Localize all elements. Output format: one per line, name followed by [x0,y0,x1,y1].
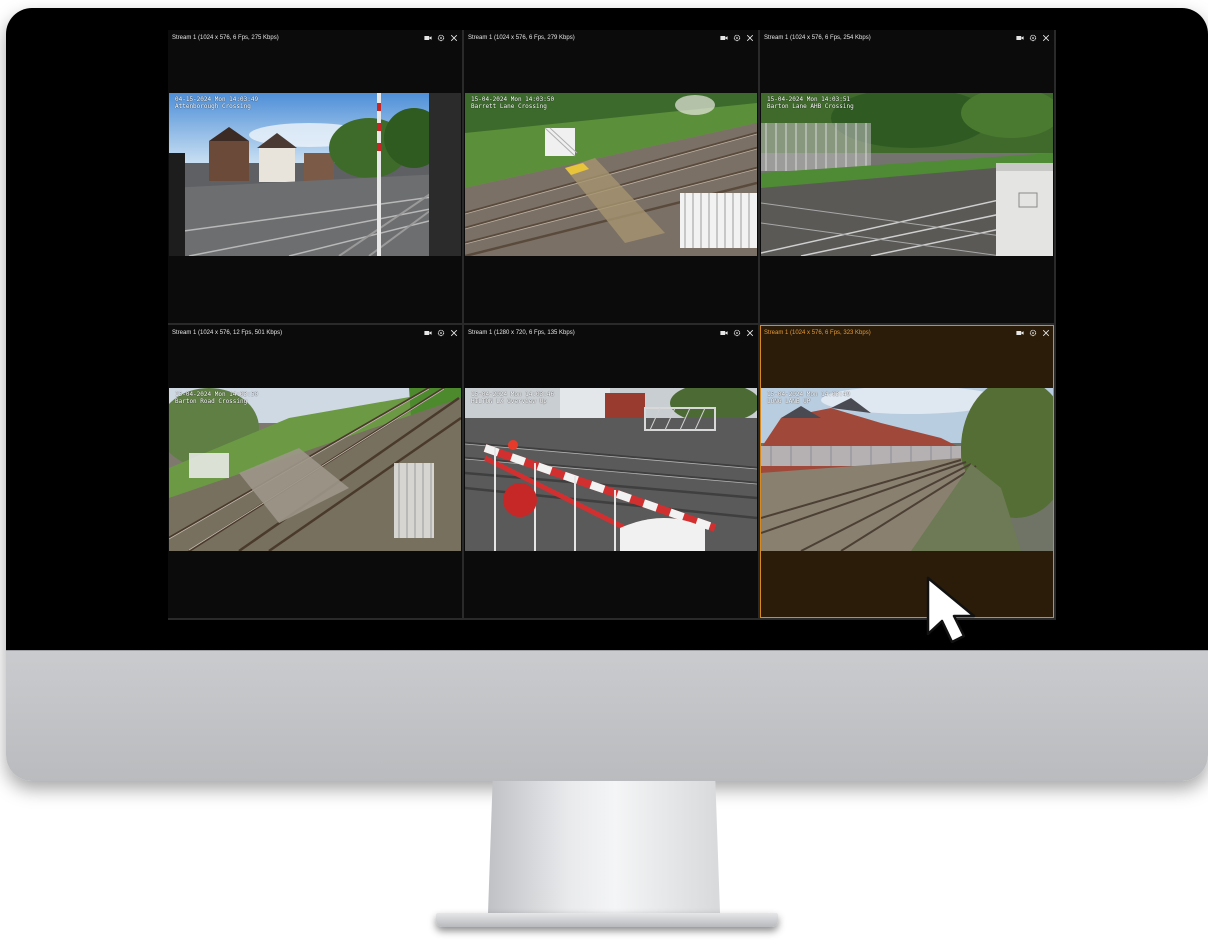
osd-timestamp: 15-04-2024 Mon 14:03:51 [767,96,851,103]
camera-tile-selected[interactable]: Stream 1 (1024 x 576, 6 Fps, 323 Kbps) 1… [760,325,1054,618]
gear-icon[interactable] [1029,329,1037,337]
osd-text: 15-04-2024 Mon 14:03:50 Barton Road Cros… [175,391,258,405]
osd-camera-name: Barton Road Crossing [175,398,248,405]
gear-icon[interactable] [437,329,445,337]
camera-feed-barton-lane: 15-04-2024 Mon 14:03:51 Barton Lane AHB … [761,93,1053,256]
video-camera-icon[interactable] [424,329,432,337]
osd-camera-name: Barton Lane AHB Crossing [767,103,854,110]
osd-text: 15-04-2024 Mon 14:03:50 Barrett Lane Cro… [471,96,554,110]
tile-title-bar: Stream 1 (1024 x 576, 6 Fps, 323 Kbps) [760,325,1054,341]
close-icon[interactable] [746,34,754,42]
camera-tile[interactable]: Stream 1 (1024 x 576, 12 Fps, 501 Kbps) [168,325,462,618]
video-camera-icon[interactable] [720,329,728,337]
camera-feed-barrett-lane: 15-04-2024 Mon 14:03:50 Barrett Lane Cro… [465,93,757,256]
osd-timestamp: 15-04-2024 Mon 14:03:49 [767,391,851,398]
osd-text: 15-04-2024 Mon 14:03:46 HILTON LX Overvi… [471,391,554,405]
osd-text: 15-04-2024 Mon 14:03:49 LONG LANE UP [767,391,850,405]
video-camera-icon[interactable] [424,34,432,42]
camera-tile[interactable]: Stream 1 (1024 x 576, 6 Fps, 275 Kbps) 0… [168,30,462,323]
monitor: Stream 1 (1024 x 576, 6 Fps, 275 Kbps) 0… [6,8,1208,781]
osd-text: 15-04-2024 Mon 14:03:51 Barton Lane AHB … [767,96,854,110]
tile-title-bar: Stream 1 (1024 x 576, 6 Fps, 254 Kbps) [760,30,1054,46]
camera-feed-hilton-lx: 15-04-2024 Mon 14:03:46 HILTON LX Overvi… [465,388,757,551]
stream-label: Stream 1 (1024 x 576, 6 Fps, 323 Kbps) [764,330,871,336]
screen: Stream 1 (1024 x 576, 6 Fps, 275 Kbps) 0… [6,8,1208,650]
osd-timestamp: 15-04-2024 Mon 14:03:50 [175,391,259,398]
monitor-chin [6,650,1208,781]
tile-title-bar: Stream 1 (1024 x 576, 6 Fps, 279 Kbps) [464,30,758,46]
stream-label: Stream 1 (1024 x 576, 6 Fps, 254 Kbps) [764,35,871,41]
osd-camera-name: LONG LANE UP [767,398,811,405]
camera-feed-barton-road: 15-04-2024 Mon 14:03:50 Barton Road Cros… [169,388,461,551]
stream-label: Stream 1 (1280 x 720, 6 Fps, 135 Kbps) [468,330,575,336]
osd-camera-name: HILTON LX Overview Up [471,398,547,405]
camera-tile[interactable]: Stream 1 (1024 x 576, 6 Fps, 279 Kbps) 1… [464,30,758,323]
close-icon[interactable] [450,34,458,42]
close-icon[interactable] [450,329,458,337]
monitor-stand-base [436,913,778,927]
camera-feed-long-lane: 15-04-2024 Mon 14:03:49 LONG LANE UP [761,388,1053,551]
tile-title-bar: Stream 1 (1280 x 720, 6 Fps, 135 Kbps) [464,325,758,341]
camera-tile[interactable]: Stream 1 (1024 x 576, 6 Fps, 254 Kbps) 1… [760,30,1054,323]
gear-icon[interactable] [437,34,445,42]
gear-icon[interactable] [733,34,741,42]
osd-camera-name: Barrett Lane Crossing [471,103,547,110]
gear-icon[interactable] [733,329,741,337]
close-icon[interactable] [1042,34,1050,42]
camera-tile[interactable]: Stream 1 (1280 x 720, 6 Fps, 135 Kbps) 1… [464,325,758,618]
camera-grid: Stream 1 (1024 x 576, 6 Fps, 275 Kbps) 0… [168,30,1056,620]
osd-timestamp: 04-15-2024 Mon 14:03:49 [175,96,259,103]
stream-label: Stream 1 (1024 x 576, 12 Fps, 501 Kbps) [172,330,283,336]
close-icon[interactable] [746,329,754,337]
tile-title-bar: Stream 1 (1024 x 576, 12 Fps, 501 Kbps) [168,325,462,341]
osd-timestamp: 15-04-2024 Mon 14:03:46 [471,391,555,398]
gear-icon[interactable] [1029,34,1037,42]
monitor-stand-neck [488,781,720,913]
osd-text: 04-15-2024 Mon 14:03:49 Attenborough Cro… [175,96,258,110]
osd-timestamp: 15-04-2024 Mon 14:03:50 [471,96,555,103]
stream-label: Stream 1 (1024 x 576, 6 Fps, 279 Kbps) [468,35,575,41]
video-camera-icon[interactable] [1016,34,1024,42]
stream-label: Stream 1 (1024 x 576, 6 Fps, 275 Kbps) [172,35,279,41]
tile-title-bar: Stream 1 (1024 x 576, 6 Fps, 275 Kbps) [168,30,462,46]
video-camera-icon[interactable] [1016,329,1024,337]
video-camera-icon[interactable] [720,34,728,42]
camera-feed-attenborough: 04-15-2024 Mon 14:03:49 Attenborough Cro… [169,93,461,256]
osd-camera-name: Attenborough Crossing [175,103,251,110]
close-icon[interactable] [1042,329,1050,337]
mouse-pointer-icon [926,576,976,644]
